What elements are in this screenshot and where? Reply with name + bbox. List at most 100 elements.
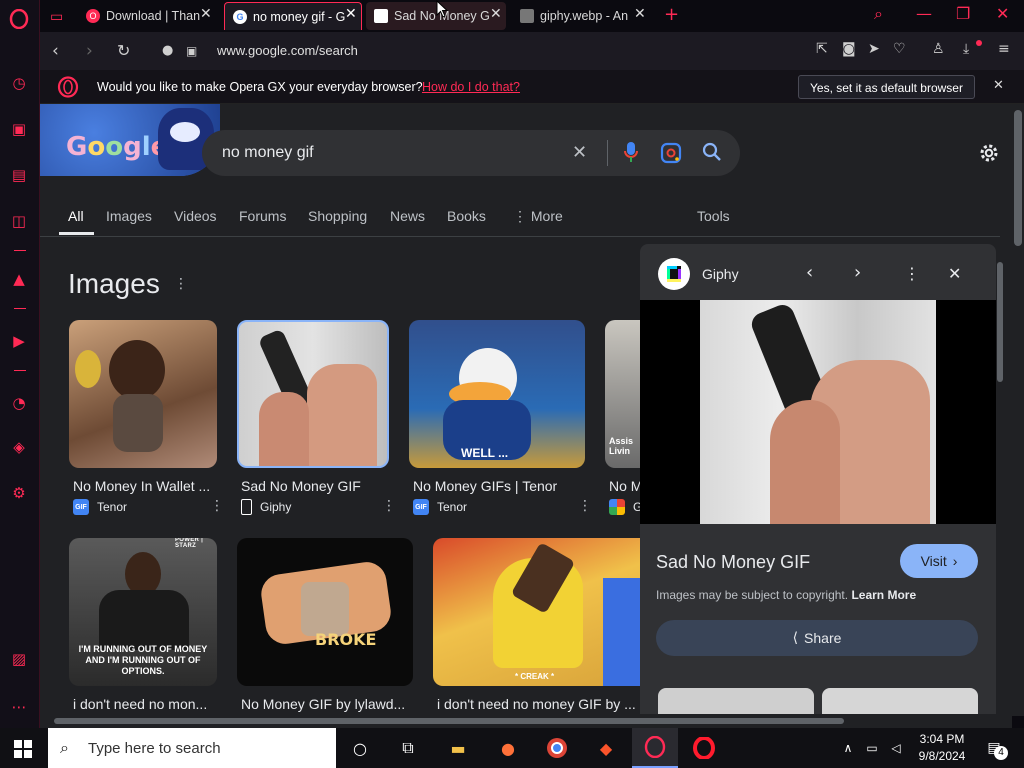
result-title[interactable]: No Money In Wallet ...: [73, 478, 213, 494]
preview-image-frame[interactable]: [640, 300, 996, 524]
result-source[interactable]: Giphy: [241, 499, 291, 515]
share-page-icon[interactable]: ⇱: [816, 41, 828, 57]
search-input[interactable]: no money gif: [222, 144, 314, 162]
tab-shopping[interactable]: Shopping: [308, 208, 367, 224]
clock[interactable]: 3:04 PM 9/8/2024: [912, 732, 972, 763]
result-thumbnail[interactable]: [69, 320, 217, 468]
share-button[interactable]: ⟨ Share: [656, 620, 978, 656]
prev-result-icon[interactable]: ‹: [806, 262, 813, 283]
camera-icon[interactable]: ◙: [842, 41, 856, 57]
result-thumbnail-selected[interactable]: [237, 320, 389, 468]
task-view-icon[interactable]: ⧉: [396, 736, 420, 760]
tab-download[interactable]: O Download | Than: [78, 2, 218, 30]
snapshot-icon[interactable]: ▨: [8, 648, 30, 670]
volume-muted-icon[interactable]: ◁: [884, 736, 908, 760]
result-title[interactable]: i don't need no mon...: [73, 696, 213, 712]
result-title[interactable]: No Money GIF by lylawd...: [241, 696, 411, 712]
tab-giphy-webp[interactable]: giphy.webp - An: [512, 2, 642, 30]
download-icon[interactable]: ⤓: [963, 41, 969, 57]
extensions-cube-icon[interactable]: ◈: [8, 436, 30, 458]
close-tab-icon[interactable]: ✕: [490, 6, 502, 22]
page-scrollbar[interactable]: [1012, 104, 1024, 716]
tab-books[interactable]: Books: [447, 208, 486, 224]
profile-icon[interactable]: ♙: [932, 41, 945, 57]
heart-icon[interactable]: ♡: [893, 41, 906, 57]
reload-icon[interactable]: ↻: [117, 41, 130, 60]
result-source[interactable]: GIF Tenor: [413, 499, 467, 515]
result-thumbnail[interactable]: * CREAK *: [433, 538, 645, 686]
close-notification-icon[interactable]: ✕: [993, 78, 1004, 93]
result-thumbnail[interactable]: POWER | STARZ I'M RUNNING OUT OF MONEY A…: [69, 538, 217, 686]
aria-icon[interactable]: ▲: [8, 268, 30, 290]
restore-icon[interactable]: ❐: [956, 4, 970, 23]
show-hidden-icons[interactable]: ∧: [836, 736, 860, 760]
tools-button[interactable]: Tools: [697, 208, 730, 224]
taskbar-opera-gx-active[interactable]: [632, 728, 678, 768]
result-thumbnail[interactable]: BROKE: [237, 538, 413, 686]
horizontal-scrollbar[interactable]: [40, 714, 1012, 728]
learn-more-link[interactable]: Learn More: [851, 588, 916, 602]
speed-dial-icon[interactable]: ◷: [8, 72, 30, 94]
tab-more[interactable]: ⋮ More: [513, 208, 563, 225]
tab-videos[interactable]: Videos: [174, 208, 217, 224]
shopping-icon[interactable]: ▣: [8, 118, 30, 140]
tab-news[interactable]: News: [390, 208, 425, 224]
result-thumbnail[interactable]: WELL ...: [409, 320, 585, 468]
giphy-site-icon[interactable]: [658, 258, 690, 290]
tab-forums[interactable]: Forums: [239, 208, 286, 224]
result-title[interactable]: No M: [609, 478, 641, 494]
chrome-icon[interactable]: [545, 736, 569, 760]
windows-start-icon[interactable]: [14, 740, 32, 763]
how-to-link[interactable]: How do I do that?: [422, 80, 520, 94]
new-tab-plus-icon[interactable]: +: [664, 4, 679, 25]
result-menu-icon[interactable]: ⋮: [578, 498, 592, 514]
url-field[interactable]: www.google.com/search: [217, 43, 358, 58]
search-box[interactable]: no money gif ✕: [202, 130, 740, 176]
next-result-icon[interactable]: ›: [854, 262, 861, 283]
opera-logo-icon[interactable]: [8, 8, 30, 30]
menu-icon[interactable]: ≡: [998, 41, 1010, 57]
settings-gear-icon[interactable]: [978, 142, 1000, 169]
close-tab-icon[interactable]: ✕: [634, 6, 646, 22]
result-title[interactable]: i don't need no money GIF by ...: [437, 696, 637, 712]
network-icon[interactable]: ▭: [860, 736, 884, 760]
minimize-icon[interactable]: —: [916, 4, 932, 23]
panel-menu-icon[interactable]: ⋮: [904, 264, 920, 283]
close-tab-icon[interactable]: ✕: [200, 6, 212, 22]
close-window-icon[interactable]: ✕: [996, 4, 1009, 23]
close-panel-icon[interactable]: ✕: [948, 264, 961, 283]
result-source[interactable]: GIF Tenor: [73, 499, 127, 515]
taskbar-search-placeholder[interactable]: Type here to search: [88, 740, 221, 757]
panel-title[interactable]: Sad No Money GIF: [656, 552, 810, 573]
tab-google-search[interactable]: G no money gif - G: [224, 2, 362, 30]
result-menu-icon[interactable]: ⋮: [382, 498, 396, 514]
file-explorer-icon[interactable]: ▬: [446, 736, 470, 760]
instagram-icon[interactable]: ◫: [8, 210, 30, 232]
cortana-icon[interactable]: ○: [348, 736, 372, 760]
visit-button[interactable]: Visit ›: [900, 544, 978, 578]
opera-icon[interactable]: [692, 736, 716, 760]
result-thumbnail[interactable]: Assis Livin: [605, 320, 645, 468]
panel-scrollbar[interactable]: [996, 256, 1004, 716]
search-icon[interactable]: [702, 142, 722, 167]
taskbar-search-box[interactable]: ⌕ Type here to search: [48, 728, 336, 768]
more-icon[interactable]: ⋯: [8, 696, 30, 718]
brave-icon[interactable]: ◆: [594, 736, 618, 760]
location-pin-icon[interactable]: ●: [162, 43, 173, 58]
lock-icon[interactable]: ▣: [186, 44, 197, 58]
tab-all[interactable]: All: [68, 208, 84, 224]
forward-icon[interactable]: ›: [86, 41, 93, 61]
send-icon[interactable]: ➤: [868, 41, 880, 57]
settings-gear-icon[interactable]: ⚙: [8, 482, 30, 504]
voice-search-icon[interactable]: [624, 141, 638, 168]
result-title[interactable]: Sad No Money GIF: [241, 478, 381, 494]
close-tab-icon[interactable]: ✕: [345, 6, 357, 22]
related-thumbnail[interactable]: [658, 688, 814, 716]
history-icon[interactable]: ◔: [8, 392, 30, 414]
set-default-button[interactable]: Yes, set it as default browser: [798, 75, 975, 99]
result-title[interactable]: No Money GIFs | Tenor: [413, 478, 583, 494]
tab-images[interactable]: Images: [106, 208, 152, 224]
back-icon[interactable]: ‹: [52, 41, 59, 61]
player-icon[interactable]: ▶: [8, 330, 30, 352]
panel-site-name[interactable]: Giphy: [702, 266, 739, 282]
